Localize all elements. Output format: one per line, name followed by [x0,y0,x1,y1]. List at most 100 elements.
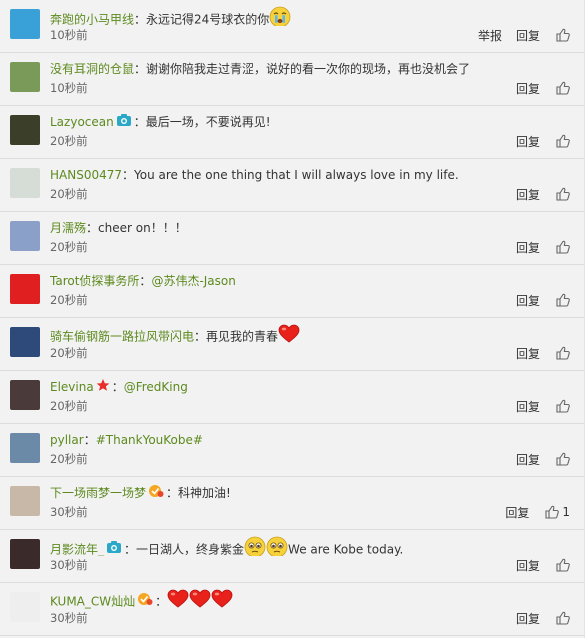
username-link[interactable]: Elevina [50,380,94,394]
reply-button[interactable]: 回复 [516,345,540,362]
thumbs-up-icon [556,81,570,95]
teary-face-emoji-icon [244,536,266,556]
avatar-image [10,592,40,622]
timestamp: 20秒前 [50,134,88,148]
username-link[interactable]: pyllar [50,433,84,447]
like-button[interactable] [556,187,570,201]
timestamp: 10秒前 [50,81,88,95]
avatar[interactable] [10,115,40,145]
thumbs-up-icon [556,240,570,254]
hashtag-link[interactable]: #ThankYouKobe# [96,433,203,447]
like-button[interactable] [556,611,570,625]
colon-separator: ： [122,168,135,182]
avatar[interactable] [10,380,40,410]
avatar[interactable] [10,486,40,516]
username-link[interactable]: KUMA_CW灿灿 [50,595,135,609]
thumbs-up-icon [556,28,570,42]
comment-text: 科神加油! [178,486,231,500]
thumbs-up-icon [556,452,570,466]
avatar-image [10,274,40,304]
avatar[interactable] [10,539,40,569]
avatar[interactable] [10,221,40,251]
camera-badge-icon [106,540,122,556]
like-button[interactable] [556,399,570,413]
comment-row: 下一场雨梦一场梦 ：科神加油! 30秒前 回复 1 [0,477,584,530]
avatar-image [10,433,40,463]
avatar-image [10,380,40,410]
reply-button[interactable]: 回复 [516,239,540,256]
username-link[interactable]: 月濡殇 [50,221,86,235]
username-link[interactable]: Lazyocean [50,115,114,129]
avatar[interactable] [10,327,40,357]
comment-row: KUMA_CW灿灿 ： 30秒前 回复 [0,583,584,636]
reply-button[interactable]: 回复 [505,504,529,521]
comment-row: 月濡殇：cheer on！！！ 20秒前 回复 [0,212,584,265]
thumbs-up-icon [545,505,560,519]
avatar[interactable] [10,168,40,198]
comment-content: 下一场雨梦一场梦 ：科神加油! [50,483,574,503]
teary-face-emoji-icon [266,536,288,556]
comment-actions: 回复 [502,185,570,203]
avatar[interactable] [10,274,40,304]
like-button[interactable] [556,346,570,360]
reply-button[interactable]: 回复 [516,398,540,415]
username-link[interactable]: 奔跑的小马甲线 [50,13,134,27]
reply-button[interactable]: 回复 [516,610,540,627]
avatar-image [10,486,40,516]
thumbs-up-icon [556,293,570,307]
reply-button[interactable]: 回复 [516,133,540,150]
reply-button[interactable]: 回复 [516,186,540,203]
like-button[interactable] [556,134,570,148]
comment-actions: 回复 [502,556,570,574]
like-button[interactable] [556,452,570,466]
camera-badge-icon [116,113,132,133]
comment-content: Elevina ：@FredKing [50,377,574,397]
like-button[interactable] [556,28,570,42]
reply-button[interactable]: 回复 [516,451,540,468]
like-button[interactable] [556,293,570,307]
colon-separator: ： [134,12,147,27]
username-link[interactable]: 骑车偷钢筋一路拉风带闪电 [50,330,194,344]
username-link[interactable]: HANS00477 [50,168,122,182]
avatar[interactable] [10,592,40,622]
comment-row: 没有耳洞的仓鼠：谢谢你陪我走过青涩，说好的看一次你的现场，再也没机会了 10秒前 回… [0,53,584,106]
like-button[interactable] [556,240,570,254]
timestamp: 20秒前 [50,346,88,360]
username-link[interactable]: 没有耳洞的仓鼠 [50,62,134,76]
report-button[interactable]: 举报 [478,27,502,44]
avatar[interactable] [10,62,40,92]
comment-text: You are the one thing that I will always… [134,168,459,182]
heart-emoji-icon [167,589,189,609]
vip-badge-icon [148,484,164,504]
username-link[interactable]: 月影流年_ [50,543,104,557]
vip-badge-icon [137,592,153,609]
username-link[interactable]: 下一场雨梦一场梦 [50,486,146,500]
reply-button[interactable]: 回复 [516,80,540,97]
comment-content: Lazyocean ：最后一场，不要说再见! [50,112,574,132]
comment-text: We are Kobe today. [288,542,404,557]
colon-separator: ： [83,433,96,447]
comment-row: Tarot侦探事务所：@苏伟杰-Jason 20秒前 回复 [0,265,584,318]
like-button[interactable] [556,81,570,95]
star-badge-icon [96,378,110,398]
like-button[interactable] [556,558,570,572]
comment-actions: 回复 [502,238,570,256]
reply-button[interactable]: 回复 [516,27,540,44]
mention-link[interactable]: @FredKing [124,380,188,394]
comment-feed: 奔跑的小马甲线：永远记得24号球衣的你 10秒前 举报 回复 没有耳洞的仓鼠：谢谢你陪我… [0,0,585,638]
avatar[interactable] [10,9,40,39]
thumbs-up-icon [556,346,570,360]
thumbs-up-icon [556,134,570,148]
comment-content: 月影流年_ ：一日湖人，终身紫金 We are Kobe today. [50,536,574,556]
reply-button[interactable]: 回复 [516,557,540,574]
timestamp: 20秒前 [50,293,88,307]
avatar[interactable] [10,433,40,463]
comment-row: 奔跑的小马甲线：永远记得24号球衣的你 10秒前 举报 回复 [0,0,584,53]
comment-row: Elevina ：@FredKing 20秒前 回复 [0,371,584,424]
crying-face-emoji-icon [269,6,291,26]
timestamp: 10秒前 [50,28,88,42]
reply-button[interactable]: 回复 [516,292,540,309]
username-link[interactable]: Tarot侦探事务所 [50,274,139,288]
mention-link[interactable]: @苏伟杰-Jason [151,274,235,288]
like-button[interactable]: 1 [545,505,570,519]
